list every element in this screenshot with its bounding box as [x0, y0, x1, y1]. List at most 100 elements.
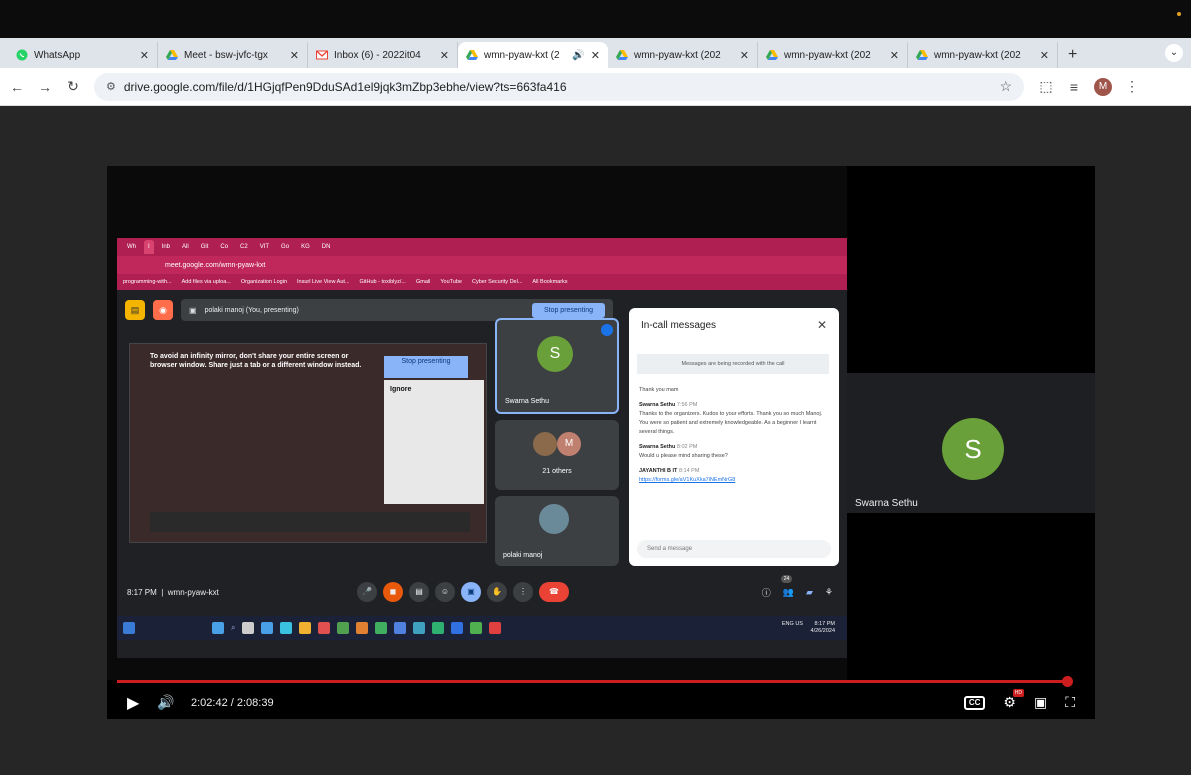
participant-name: polaki manoj — [503, 552, 543, 559]
more-options-icon: ⋮ — [513, 582, 533, 602]
extensions-icon[interactable]: ⬚ — [1032, 78, 1060, 95]
reading-list-icon[interactable]: ≡ — [1060, 79, 1088, 95]
close-icon[interactable]: ✕ — [591, 49, 600, 62]
close-icon[interactable]: ✕ — [1040, 49, 1049, 62]
emoji-icon: ☺ — [435, 582, 455, 602]
avatar — [539, 504, 569, 534]
speaker-icon[interactable]: 🔊 — [572, 50, 584, 61]
avatar: M — [557, 432, 581, 456]
notes-icon: ▤ — [125, 300, 145, 320]
participant-tile-self: polaki manoj — [495, 496, 619, 566]
browser-tab-strip: WhatsApp ✕ Meet - bsw-jvfc-tgx ✕ Inbox (… — [0, 38, 1191, 68]
close-icon[interactable]: ✕ — [140, 49, 149, 62]
send-message-field: Send a message — [637, 540, 831, 558]
close-icon[interactable]: ✕ — [440, 49, 449, 62]
record-icon: ◉ — [153, 300, 173, 320]
message-time: 8:14 PM — [678, 468, 700, 474]
address-toolbar: ← → ↻ ⚙ drive.google.com/file/d/1HGjqfPe… — [0, 68, 1191, 106]
taskbar-language: ENG US — [781, 621, 803, 627]
avatar[interactable]: M — [1094, 77, 1112, 96]
tab-search-button[interactable]: ⌄ — [1165, 44, 1183, 62]
app-icon — [375, 622, 388, 634]
stop-presenting-small: Stop presenting — [384, 356, 468, 378]
search-icon: ⌕ — [231, 623, 236, 632]
tab-meet[interactable]: Meet - bsw-jvfc-tgx ✕ — [158, 42, 308, 68]
tab-label: Inbox (6) - 2022it04 — [334, 49, 421, 61]
bookmark: Gmail — [415, 279, 431, 285]
video-player[interactable]: Wh I Inb All Git Co C2 VIT Go KG DN meet… — [107, 166, 1095, 719]
inner-tab: I — [144, 240, 154, 254]
inner-tab: Inb — [161, 244, 171, 250]
chat-messages: Thank you mam Swarna Sethu 7:56 PM Thank… — [639, 386, 829, 485]
close-icon[interactable]: ✕ — [290, 49, 299, 62]
miniplayer-icon[interactable]: ▣ — [1034, 694, 1047, 711]
stop-presenting-button: Stop presenting — [531, 302, 605, 318]
fullscreen-icon[interactable]: ⛶ — [1065, 694, 1075, 711]
tab-label: wmn-pyaw-kxt (2 — [484, 49, 560, 61]
settings-icon[interactable]: ⚙ HD — [1003, 689, 1024, 711]
player-controls: ▶ 🔊 2:02:42 / 2:08:39 CC ⚙ HD ▣ ⛶ — [107, 686, 1095, 719]
inner-tab: All — [182, 244, 189, 250]
progress-bar[interactable] — [117, 676, 1073, 687]
meet-control-bar: 8:17 PM | wmn-pyaw-kxt 🎤 ◼ ▤ ☺ ▣ ✋ ⋮ ☎ ⓘ… — [117, 574, 847, 608]
captured-screen: Wh I Inb All Git Co C2 VIT Go KG DN meet… — [117, 238, 847, 658]
play-icon[interactable]: ▶ — [127, 693, 157, 713]
recording-note: Messages are being recorded with the cal… — [637, 354, 829, 374]
new-tab-button[interactable]: + — [1058, 42, 1087, 68]
chat-message: Would u please mind sharing these? — [639, 453, 728, 459]
participant-tile-others: M 21 others — [495, 420, 619, 490]
app-icon — [451, 622, 464, 634]
windows-taskbar: ⌕ ENG US 8:17 PM 4/26/2024 — [117, 616, 847, 640]
tab-recording-2[interactable]: wmn-pyaw-kxt (202 ✕ — [608, 42, 758, 68]
present-icon: ▣ — [189, 305, 197, 315]
taskview-icon — [242, 622, 255, 634]
tab-whatsapp[interactable]: WhatsApp ✕ — [8, 42, 158, 68]
chat-sender: JAYANTHI B IT 8:14 PM — [639, 467, 829, 476]
taskbar-date: 4/26/2024 — [810, 628, 835, 634]
inner-tab: DN — [321, 244, 331, 250]
chat-message: Thank you mam — [639, 387, 679, 393]
tab-label: wmn-pyaw-kxt (202 — [784, 49, 871, 61]
google-drive-icon — [466, 50, 478, 60]
forward-icon[interactable]: → — [34, 79, 56, 95]
sender-name: Swarna Sethu — [639, 444, 676, 450]
present-icon: ▣ — [461, 582, 481, 602]
reload-icon[interactable]: ↻ — [62, 78, 84, 95]
meet-controls: 🎤 ◼ ▤ ☺ ▣ ✋ ⋮ ☎ — [357, 582, 569, 602]
inner-url-bar: meet.google.com/wmn-pyaw-kxt — [117, 256, 847, 274]
url-bar[interactable]: ⚙ drive.google.com/file/d/1HGjqfPen9DduS… — [94, 72, 1024, 101]
presenting-label: polaki manoj (You, presenting) — [204, 306, 299, 314]
tab-inbox[interactable]: Inbox (6) - 2022it04 ✕ — [308, 42, 458, 68]
site-info-icon[interactable]: ⚙ — [106, 80, 116, 93]
people-icon: 👥 24 — [780, 574, 794, 597]
inner-tab: KG — [301, 244, 310, 250]
tab-recording-active[interactable]: wmn-pyaw-kxt (2 🔊 ✕ — [458, 42, 608, 68]
bookmark: GitHub - toxiblyz/... — [359, 279, 406, 285]
participant-tile-main: S Swarna Sethu — [495, 318, 619, 414]
close-icon[interactable]: ✕ — [890, 49, 899, 62]
captions-button[interactable]: CC — [963, 695, 986, 710]
camera-off-icon: ◼ — [383, 582, 403, 602]
widgets-icon — [123, 622, 135, 634]
app-icon — [337, 622, 350, 634]
inner-tab: C2 — [240, 244, 248, 250]
bookmark: All Bookmarks — [532, 279, 568, 285]
bookmark-star-icon[interactable]: ☆ — [999, 78, 1012, 95]
app-icon — [413, 622, 426, 634]
tab-recording-4[interactable]: wmn-pyaw-kxt (202 ✕ — [908, 42, 1058, 68]
time-display: 2:02:42 / 2:08:39 — [191, 696, 274, 709]
inner-tab: Co — [220, 244, 229, 250]
menu-icon[interactable]: ⋮ — [1118, 78, 1146, 95]
meeting-code: wmn-pyaw-kxt — [167, 587, 219, 597]
close-icon: ✕ — [816, 318, 827, 332]
inner-url-text: meet.google.com/wmn-pyaw-kxt — [165, 261, 266, 269]
gmail-icon — [316, 50, 328, 60]
taskbar-clock: ENG US 8:17 PM 4/26/2024 — [782, 621, 835, 635]
volume-icon[interactable]: 🔊 — [157, 694, 191, 711]
chat-panel: In-call messages ✕ Messages are being re… — [629, 308, 839, 566]
back-icon[interactable]: ← — [6, 79, 28, 95]
participant-tile-side: S Swarna Sethu — [847, 373, 1095, 513]
tab-recording-3[interactable]: wmn-pyaw-kxt (202 ✕ — [758, 42, 908, 68]
hd-badge: HD — [1012, 689, 1024, 697]
close-icon[interactable]: ✕ — [740, 49, 749, 62]
